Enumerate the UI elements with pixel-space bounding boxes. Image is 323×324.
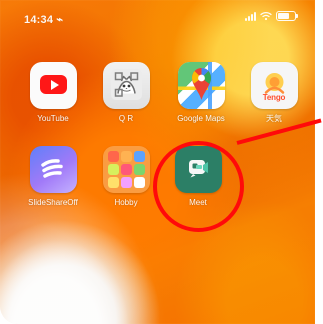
battery-icon: [276, 11, 298, 21]
phone-home-screen: 14:34 ⌁ YouTube Q R Google Maps Tengo 天気…: [0, 0, 315, 324]
youtube-icon: [29, 62, 77, 109]
app-label-slideshare: SlideShareOff: [28, 198, 78, 207]
app-youtube[interactable]: YouTube: [22, 62, 84, 123]
map-pin-icon: [177, 62, 225, 109]
tengo-icon: Tengo: [250, 62, 298, 109]
signal-icon: [245, 11, 256, 21]
highlight-ring: [153, 141, 244, 232]
app-label-hobby: Hobby: [114, 198, 138, 207]
slides-icon: [29, 146, 77, 193]
app-label-google-maps: Google Maps: [177, 114, 225, 123]
app-qr[interactable]: Q R: [95, 62, 157, 123]
status-time: 14:34 ⌁: [24, 14, 64, 26]
wifi-icon: [260, 11, 272, 21]
tengo-brand-text: Tengo: [262, 93, 286, 102]
app-label-youtube: YouTube: [37, 114, 69, 123]
status-icons: [245, 11, 298, 21]
app-google-maps[interactable]: Google Maps: [170, 62, 232, 123]
app-weather[interactable]: Tengo 天気: [243, 62, 305, 123]
app-label-weather: 天気: [266, 114, 282, 123]
folder-icon: [102, 146, 150, 193]
app-label-qr: Q R: [118, 114, 134, 123]
app-slideshare[interactable]: SlideShareOff: [22, 146, 84, 207]
screenshot-frame: 14:34 ⌁ YouTube Q R Google Maps Tengo 天気…: [0, 0, 323, 324]
app-hobby-folder[interactable]: Hobby: [95, 146, 157, 207]
qr-cat-icon: [102, 62, 150, 109]
